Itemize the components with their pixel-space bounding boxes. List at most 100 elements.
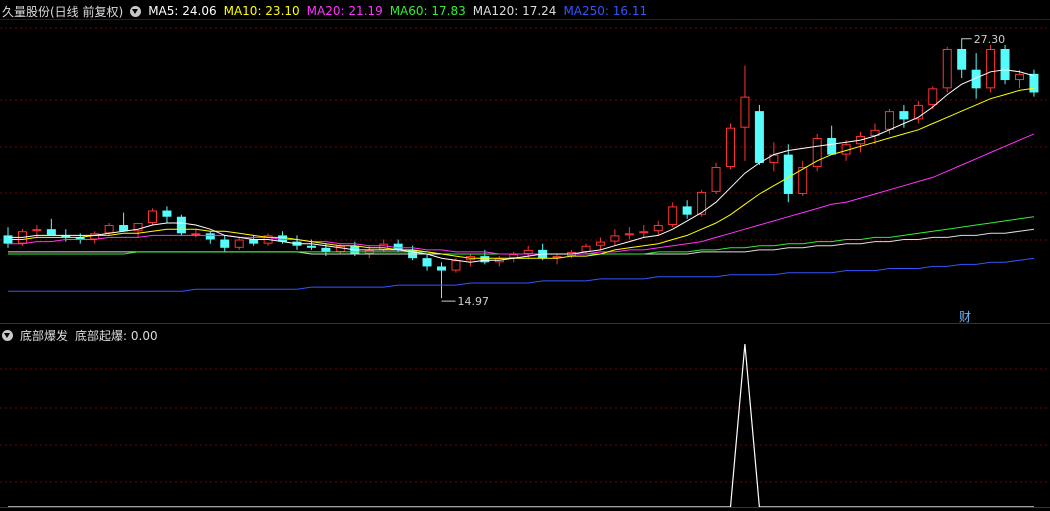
- ma250-line: [8, 257, 1035, 292]
- candle-body: [581, 245, 591, 252]
- candle-body: [986, 48, 996, 89]
- candle-57: [827, 125, 837, 155]
- candle-38: [552, 254, 562, 265]
- candle-65: [942, 46, 952, 93]
- candle-54: [783, 144, 793, 203]
- candle-6: [90, 231, 100, 244]
- candle-body: [1000, 48, 1010, 81]
- candle-body: [148, 210, 157, 223]
- ma-legend-3: MA60: 17.83: [389, 4, 466, 18]
- candle-34: [494, 256, 504, 267]
- candle-body: [1015, 73, 1024, 81]
- candle-body: [104, 225, 114, 234]
- candle-69: [1000, 44, 1010, 85]
- candle-13: [191, 229, 201, 238]
- candle-44: [639, 225, 649, 238]
- candle-30: [437, 262, 446, 299]
- candle-body: [740, 96, 750, 128]
- high-pointer: [961, 38, 972, 43]
- ma10-line: [8, 87, 1035, 259]
- kline-chart[interactable]: 27.30 14.97: [0, 0, 1050, 324]
- candle-71: [1029, 69, 1039, 97]
- candle-20: [292, 235, 302, 250]
- candle-body: [682, 206, 692, 215]
- candle-51: [740, 65, 750, 161]
- candle-body: [523, 249, 533, 255]
- candle-body: [509, 254, 519, 259]
- candle-41: [595, 237, 605, 250]
- candle-body: [726, 127, 735, 168]
- candle-body: [942, 48, 952, 89]
- candle-45: [653, 220, 663, 236]
- candle-body: [624, 233, 634, 236]
- chart-options-icon[interactable]: [130, 5, 142, 17]
- candle-68: [986, 44, 996, 93]
- candle-body: [1029, 73, 1039, 93]
- stock-name: 久量股份(日线 前复权): [2, 4, 124, 19]
- ma-legend-0: MA5: 24.06: [148, 4, 217, 18]
- candle-32: [465, 254, 475, 267]
- indicator-options-icon[interactable]: [2, 329, 13, 341]
- candle-15: [220, 235, 230, 252]
- candle-12: [176, 214, 186, 236]
- candle-body: [884, 111, 894, 130]
- candle-9: [133, 222, 143, 238]
- ma20-line: [8, 133, 1035, 255]
- candle-body: [321, 247, 331, 252]
- candle-body: [422, 258, 432, 267]
- candle-body: [451, 260, 461, 271]
- candle-49: [711, 162, 721, 194]
- candle-body: [639, 231, 649, 234]
- candle-8: [119, 212, 129, 232]
- candle-body: [610, 235, 620, 242]
- candle-body: [393, 243, 403, 250]
- candle-body: [798, 167, 808, 194]
- candle-body: [480, 256, 490, 263]
- candle-56: [812, 133, 822, 172]
- candle-46: [668, 202, 678, 228]
- ma5-line: [8, 69, 1035, 263]
- candle-11: [162, 206, 172, 223]
- candle-body: [205, 233, 215, 240]
- candle-body: [234, 239, 244, 248]
- candle-body: [32, 229, 42, 232]
- ma-legend-1: MA10: 23.10: [223, 4, 300, 18]
- candle-52: [754, 104, 764, 165]
- ma-legend-5: MA250: 16.11: [563, 4, 648, 18]
- candle-body: [46, 229, 56, 236]
- candle-59: [856, 131, 866, 153]
- candle-body: [928, 88, 938, 105]
- candle-body: [306, 245, 316, 248]
- high-label: 27.30: [974, 33, 1006, 46]
- main-chart-header: 久量股份(日线 前复权) MA5: 24.06 MA10: 23.10 MA20: …: [2, 2, 654, 20]
- candle-body: [711, 167, 721, 192]
- candle-43: [624, 227, 634, 240]
- candle-62: [899, 104, 909, 128]
- finance-marker[interactable]: 财: [959, 308, 971, 325]
- candle-body: [899, 111, 909, 120]
- ma120-line: [8, 228, 1035, 255]
- indicator-value: 底部起爆: 0.00: [75, 328, 158, 343]
- candle-body: [220, 239, 230, 248]
- candle-14: [205, 231, 215, 244]
- candle-body: [437, 266, 446, 271]
- candle-body: [668, 206, 678, 226]
- candle-body: [595, 241, 605, 246]
- candle-body: [176, 216, 186, 234]
- indicator-chart[interactable]: [0, 324, 1050, 511]
- candle-body: [191, 233, 201, 236]
- candle-64: [928, 86, 938, 110]
- candle-63: [913, 100, 923, 124]
- candle-body: [827, 138, 837, 155]
- candle-35: [509, 251, 519, 263]
- signal-line: [8, 343, 1034, 508]
- candle-body: [783, 154, 793, 194]
- ma-legend-2: MA20: 21.19: [306, 4, 383, 18]
- candle-5: [75, 233, 85, 244]
- candle-body: [957, 48, 967, 70]
- candle-55: [798, 160, 808, 197]
- candle-29: [422, 254, 432, 271]
- candle-66: [957, 42, 967, 78]
- sub-chart-header: 底部爆发 底部起爆: 0.00: [2, 326, 165, 344]
- low-label: 14.97: [458, 295, 490, 308]
